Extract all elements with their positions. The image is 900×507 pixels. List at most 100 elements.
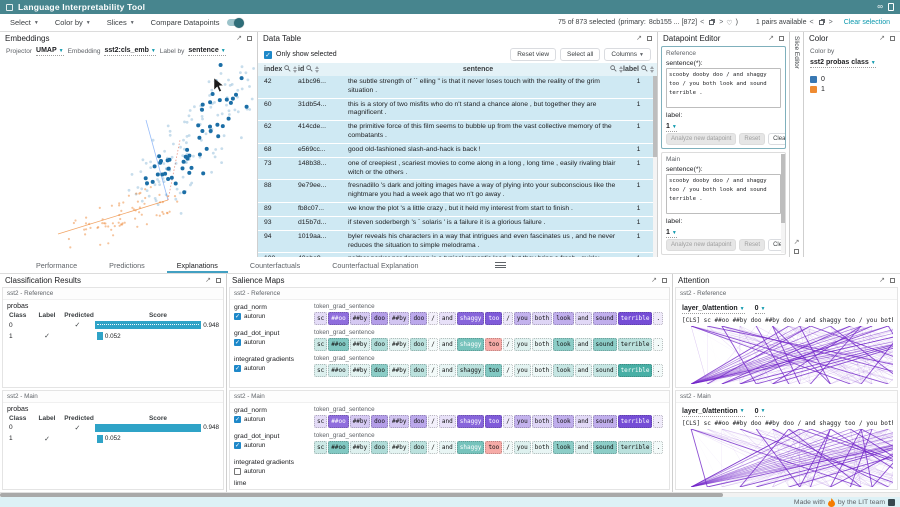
column-header-sentence[interactable]: sentence bbox=[348, 65, 623, 74]
token-chip[interactable]: / bbox=[503, 312, 513, 325]
token-chip[interactable]: look bbox=[553, 415, 573, 428]
prev-pair-icon[interactable]: < bbox=[810, 19, 814, 26]
token-chip[interactable]: terrible bbox=[618, 415, 653, 428]
menu-icon[interactable] bbox=[495, 257, 506, 273]
popout-icon[interactable]: ↗ bbox=[879, 35, 885, 42]
token-chip[interactable]: too bbox=[485, 415, 502, 428]
fullscreen-icon[interactable] bbox=[662, 278, 667, 283]
token-chip[interactable]: doo bbox=[410, 415, 427, 428]
fullscreen-icon[interactable] bbox=[890, 36, 895, 41]
token-chip[interactable]: / bbox=[503, 364, 513, 377]
token-chip[interactable]: sound bbox=[593, 312, 617, 325]
token-chip[interactable]: ##by bbox=[389, 338, 409, 351]
embedding-select[interactable]: sst2:cls_emb▼ bbox=[104, 47, 155, 56]
token-chip[interactable]: ##by bbox=[389, 364, 409, 377]
token-chip[interactable]: ##by bbox=[389, 441, 409, 454]
token-chip[interactable]: sc bbox=[314, 364, 327, 377]
layer-select[interactable]: layer_0/attention▼ bbox=[682, 408, 745, 417]
slice-editor-collapsed-panel[interactable]: Slice Editor ↗ bbox=[790, 32, 803, 257]
token-chip[interactable]: and bbox=[439, 441, 456, 454]
sort-icon[interactable] bbox=[293, 66, 297, 73]
only-show-selected-checkbox[interactable]: ✓ bbox=[264, 51, 272, 59]
autorun-checkbox[interactable]: ✓ bbox=[234, 416, 241, 423]
token-chip[interactable]: shaggy bbox=[457, 441, 485, 454]
token-chip[interactable]: and bbox=[575, 415, 592, 428]
token-chip[interactable]: sound bbox=[593, 364, 617, 377]
search-icon[interactable] bbox=[610, 65, 617, 74]
token-chip[interactable]: ##by bbox=[350, 364, 370, 377]
token-chip[interactable]: / bbox=[503, 338, 513, 351]
token-chip[interactable]: you bbox=[514, 338, 531, 351]
popout-icon[interactable]: ↗ bbox=[768, 35, 774, 42]
label-select[interactable]: 1▼ bbox=[666, 229, 677, 238]
token-chip[interactable]: sound bbox=[593, 415, 617, 428]
token-chip[interactable]: . bbox=[653, 312, 663, 325]
fullscreen-icon[interactable] bbox=[647, 36, 652, 41]
token-chip[interactable]: . bbox=[653, 338, 663, 351]
token-chip[interactable]: doo bbox=[371, 338, 388, 351]
table-row[interactable]: 62414cde...the primitive force of this f… bbox=[258, 121, 657, 144]
token-chip[interactable]: . bbox=[653, 364, 663, 377]
color-by-menu[interactable]: Color by ▼ bbox=[55, 18, 91, 27]
tab-performance[interactable]: Performance bbox=[20, 257, 93, 273]
fullscreen-icon[interactable] bbox=[216, 278, 221, 283]
token-chip[interactable]: you bbox=[514, 415, 531, 428]
token-chip[interactable]: you bbox=[514, 312, 531, 325]
token-chip[interactable]: terrible bbox=[618, 338, 653, 351]
fullscreen-icon[interactable] bbox=[890, 278, 895, 283]
token-chip[interactable]: ##by bbox=[389, 415, 409, 428]
compare-datapoints-toggle[interactable] bbox=[227, 19, 243, 26]
token-chip[interactable]: sound bbox=[593, 441, 617, 454]
token-chip[interactable]: look bbox=[553, 441, 573, 454]
token-chip[interactable]: both bbox=[532, 312, 552, 325]
token-chip[interactable]: ##oo bbox=[328, 338, 348, 351]
token-chip[interactable]: / bbox=[428, 312, 438, 325]
token-chip[interactable]: shaggy bbox=[457, 338, 485, 351]
slices-menu[interactable]: Slices ▼ bbox=[107, 18, 135, 27]
token-chip[interactable]: ##oo bbox=[328, 415, 348, 428]
token-chip[interactable]: and bbox=[439, 364, 456, 377]
token-chip[interactable]: / bbox=[503, 441, 513, 454]
autorun-checkbox[interactable]: ✓ bbox=[234, 313, 241, 320]
popout-icon[interactable]: ↗ bbox=[651, 277, 657, 284]
sort-icon[interactable] bbox=[315, 66, 319, 73]
favorite-icon[interactable]: ♡ bbox=[726, 19, 732, 27]
token-chip[interactable]: sc bbox=[314, 441, 327, 454]
table-row[interactable]: 93d15b7d...if steven soderbergh 's ` sol… bbox=[258, 217, 657, 231]
popout-icon[interactable]: ↗ bbox=[205, 277, 211, 284]
table-row[interactable]: 73148b38...one of creepiest , scariest m… bbox=[258, 158, 657, 181]
token-chip[interactable]: and bbox=[439, 338, 456, 351]
clear-selection-link[interactable]: Clear selection bbox=[844, 19, 890, 26]
token-chip[interactable]: both bbox=[532, 338, 552, 351]
head-select[interactable]: 0▼ bbox=[755, 305, 766, 314]
copy-datapoint-icon[interactable] bbox=[709, 20, 714, 25]
sentence-textarea[interactable]: scooby dooby doo / and shaggy too / you … bbox=[666, 68, 781, 108]
token-chip[interactable]: too bbox=[485, 441, 502, 454]
table-row[interactable]: 42a1bc96...the subtle strength of `` ell… bbox=[258, 76, 657, 99]
token-chip[interactable]: shaggy bbox=[457, 312, 485, 325]
token-chip[interactable]: sc bbox=[314, 338, 327, 351]
token-chip[interactable]: doo bbox=[410, 364, 427, 377]
token-chip[interactable]: / bbox=[428, 441, 438, 454]
token-chip[interactable]: . bbox=[653, 415, 663, 428]
reset-view-button[interactable]: Reset view bbox=[510, 48, 556, 61]
token-chip[interactable]: / bbox=[503, 415, 513, 428]
token-chip[interactable]: you bbox=[514, 364, 531, 377]
token-chip[interactable]: / bbox=[428, 415, 438, 428]
docs-icon[interactable] bbox=[888, 3, 894, 11]
token-chip[interactable]: doo bbox=[371, 441, 388, 454]
embeddings-scatter-plot[interactable] bbox=[0, 58, 257, 257]
token-chip[interactable]: ##by bbox=[350, 415, 370, 428]
token-chip[interactable]: and bbox=[575, 441, 592, 454]
autorun-checkbox[interactable]: ✓ bbox=[234, 442, 241, 449]
labelby-select[interactable]: sentence▼ bbox=[188, 47, 225, 56]
token-chip[interactable]: look bbox=[553, 364, 573, 377]
token-chip[interactable]: both bbox=[532, 441, 552, 454]
token-chip[interactable]: ##oo bbox=[328, 441, 348, 454]
search-icon[interactable] bbox=[284, 65, 291, 74]
token-chip[interactable]: sound bbox=[593, 338, 617, 351]
token-chip[interactable]: you bbox=[514, 441, 531, 454]
token-chip[interactable]: both bbox=[532, 364, 552, 377]
columns-button[interactable]: Columns▼ bbox=[604, 48, 651, 61]
select-all-button[interactable]: Select all bbox=[560, 48, 600, 61]
